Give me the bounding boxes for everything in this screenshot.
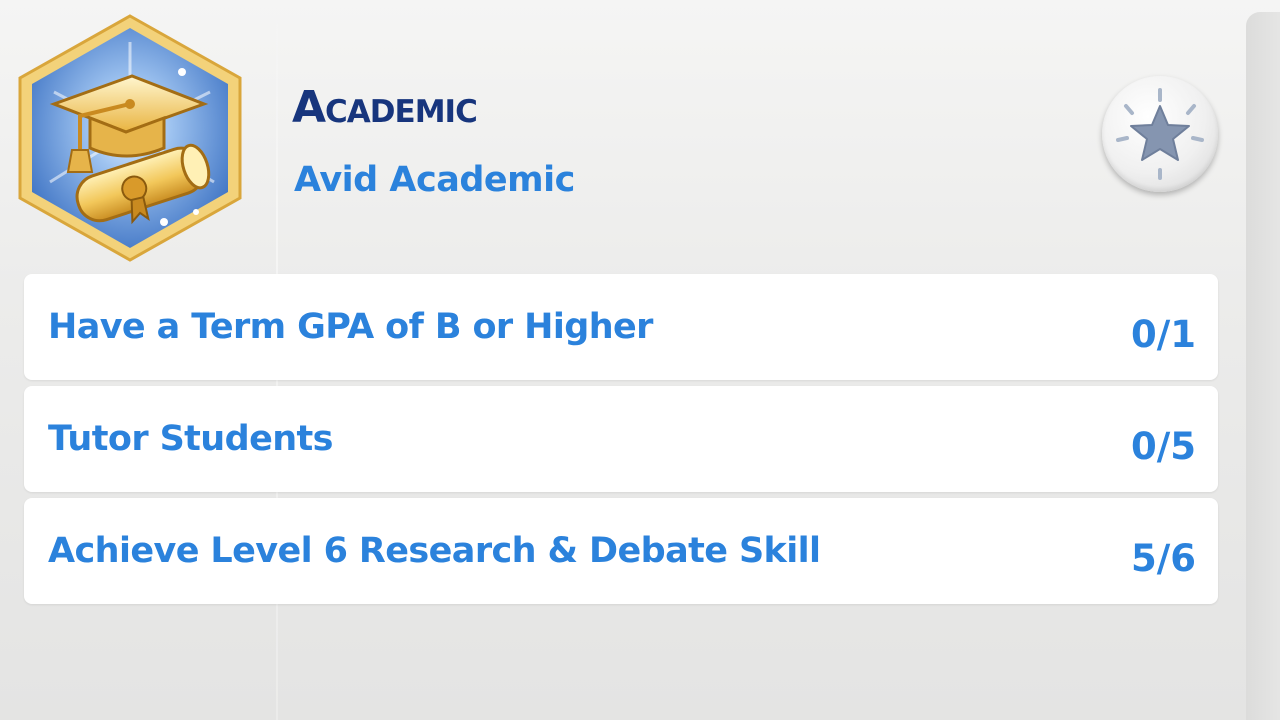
aspiration-badge <box>14 12 246 262</box>
scrollbar[interactable] <box>1246 12 1280 720</box>
aspiration-category-title: Academic <box>292 82 478 133</box>
goal-row[interactable]: Have a Term GPA of B or Higher 0/1 <box>24 274 1218 380</box>
milestone-star-button[interactable] <box>1102 76 1218 192</box>
goal-label: Tutor Students <box>48 419 334 459</box>
goal-progress: 0/5 <box>1130 425 1196 468</box>
star-icon <box>1116 88 1204 180</box>
goal-progress: 0/1 <box>1130 313 1196 356</box>
goal-row[interactable]: Tutor Students 0/5 <box>24 386 1218 492</box>
goal-label: Have a Term GPA of B or Higher <box>48 307 653 347</box>
goal-row[interactable]: Achieve Level 6 Research & Debate Skill … <box>24 498 1218 604</box>
aspiration-name: Avid Academic <box>294 160 575 200</box>
goal-progress: 5/6 <box>1130 537 1196 580</box>
goal-list: Have a Term GPA of B or Higher 0/1 Tutor… <box>24 274 1218 610</box>
goal-label: Achieve Level 6 Research & Debate Skill <box>48 531 821 571</box>
graduation-cap-diploma-icon <box>18 14 242 262</box>
